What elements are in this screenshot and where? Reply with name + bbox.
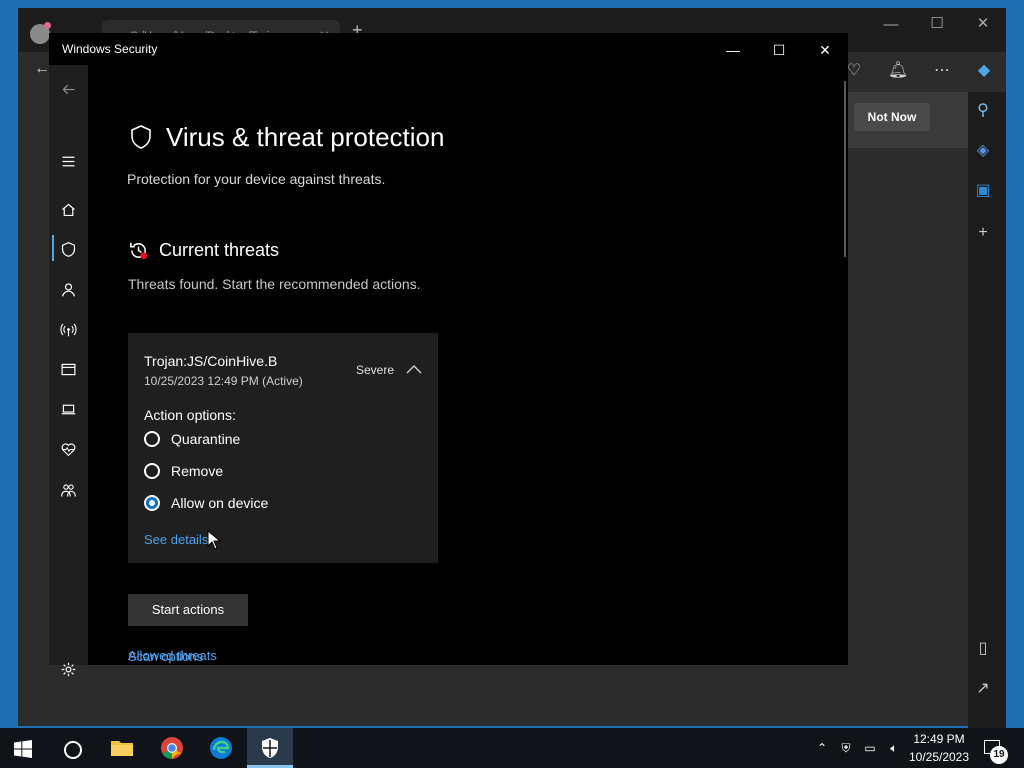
mouse-cursor-icon bbox=[207, 530, 221, 550]
more-icon[interactable]: ⋯ bbox=[928, 60, 956, 80]
threat-card: Trojan:JS/CoinHive.B 10/25/2023 12:49 PM… bbox=[128, 333, 438, 563]
windows-security-window: Windows Security — ☐ ✕ Virus & threat pr… bbox=[49, 33, 848, 676]
radio-allow-on-device[interactable]: Allow on device bbox=[144, 492, 268, 514]
search-icon[interactable] bbox=[64, 741, 82, 759]
threat-name: Trojan:JS/CoinHive.B bbox=[144, 353, 278, 369]
radio-remove[interactable]: Remove bbox=[144, 460, 223, 482]
network-tray-icon[interactable]: ▭ bbox=[861, 741, 879, 755]
taskbar-time[interactable]: 12:49 PM bbox=[908, 732, 970, 746]
network-icon[interactable] bbox=[49, 317, 88, 341]
chevron-up-icon[interactable]: ⌃ bbox=[813, 741, 831, 755]
allowed-threats-link[interactable]: Allowed threats bbox=[128, 648, 217, 663]
notification-count-badge: 19 bbox=[990, 746, 1008, 764]
current-threats-title: Current threats bbox=[159, 240, 280, 260]
threat-history-icon bbox=[130, 242, 148, 260]
device-security-icon[interactable] bbox=[49, 397, 88, 421]
app-browser-icon[interactable] bbox=[49, 357, 88, 381]
volume-muted-icon[interactable]: 🔈︎ bbox=[885, 741, 903, 756]
scrollbar[interactable] bbox=[844, 81, 846, 257]
home-icon[interactable] bbox=[49, 197, 88, 221]
edge-minimize-icon[interactable]: — bbox=[876, 16, 906, 33]
chevron-up-icon[interactable] bbox=[406, 363, 422, 375]
maximize-icon[interactable]: ☐ bbox=[764, 39, 794, 61]
chrome-icon[interactable] bbox=[157, 734, 187, 762]
bell-icon[interactable]: 🔔︎ bbox=[884, 60, 912, 80]
radio-button[interactable] bbox=[144, 431, 160, 447]
see-details-link[interactable]: See details bbox=[144, 532, 208, 547]
radio-button[interactable] bbox=[144, 463, 160, 479]
family-icon[interactable] bbox=[49, 478, 88, 502]
current-threats-subtitle: Threats found. Start the recommended act… bbox=[128, 276, 421, 292]
page-subtitle: Protection for your device against threa… bbox=[127, 171, 386, 187]
taskbar-date[interactable]: 10/25/2023 bbox=[908, 750, 970, 764]
radio-label: Allow on device bbox=[171, 495, 269, 511]
bing-chat-icon[interactable]: ◈ bbox=[968, 140, 998, 160]
back-icon[interactable] bbox=[49, 77, 88, 101]
radio-button-selected[interactable] bbox=[144, 495, 160, 511]
split-screen-icon[interactable]: ▯ bbox=[968, 638, 998, 658]
windows-start-icon[interactable] bbox=[14, 740, 32, 758]
close-icon[interactable]: ✕ bbox=[810, 39, 840, 61]
threat-severity: Severe bbox=[356, 363, 395, 377]
shield-icon bbox=[131, 125, 151, 149]
start-actions-button[interactable]: Start actions bbox=[128, 594, 248, 626]
action-options-label: Action options: bbox=[144, 407, 236, 423]
gear-icon[interactable] bbox=[49, 657, 88, 681]
open-external-icon[interactable]: ↗ bbox=[968, 678, 998, 698]
profile-badge-icon bbox=[44, 22, 51, 29]
health-icon[interactable] bbox=[49, 437, 88, 461]
search-icon[interactable]: ⚲ bbox=[968, 100, 998, 120]
radio-label: Quarantine bbox=[171, 431, 241, 447]
windows-security-shield-icon[interactable] bbox=[255, 734, 285, 762]
copilot-icon[interactable]: ◆ bbox=[970, 60, 998, 80]
radio-label: Remove bbox=[171, 463, 224, 479]
account-icon[interactable] bbox=[49, 277, 88, 301]
window-title: Windows Security bbox=[62, 42, 158, 56]
security-tray-icon[interactable]: ⛨ bbox=[837, 741, 855, 756]
threat-date: 10/25/2023 12:49 PM (Active) bbox=[144, 374, 303, 388]
radio-quarantine[interactable]: Quarantine bbox=[144, 428, 240, 450]
add-icon[interactable]: + bbox=[968, 224, 998, 242]
edge-icon[interactable] bbox=[206, 734, 236, 762]
main-content: Virus & threat protection Protection for… bbox=[88, 65, 848, 665]
outlook-icon[interactable]: ▣ bbox=[968, 180, 998, 200]
shield-icon[interactable] bbox=[49, 237, 88, 261]
file-explorer-icon[interactable] bbox=[107, 734, 137, 762]
minimize-icon[interactable]: — bbox=[718, 39, 748, 61]
edge-maximize-icon[interactable]: ☐ bbox=[922, 14, 952, 32]
page-title: Virus & threat protection bbox=[166, 122, 445, 152]
title-bar: Windows Security — ☐ ✕ bbox=[49, 33, 848, 65]
hamburger-menu-icon[interactable] bbox=[49, 149, 88, 173]
not-now-button[interactable]: Not Now bbox=[854, 103, 930, 131]
navigation-rail bbox=[49, 65, 88, 676]
edge-close-icon[interactable]: ✕ bbox=[968, 14, 998, 32]
